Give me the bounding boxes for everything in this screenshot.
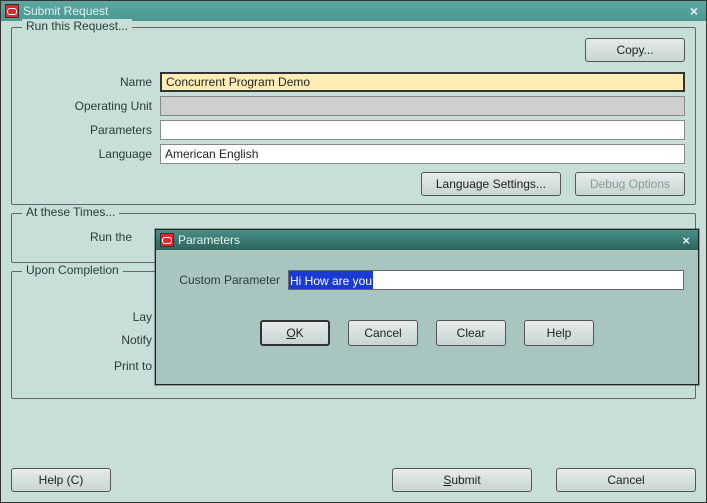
submit-button[interactable]: Submit bbox=[392, 468, 532, 492]
parameters-label: Parameters bbox=[22, 123, 152, 137]
print-to-label: Print to bbox=[22, 359, 152, 373]
modal-help-button[interactable]: Help bbox=[524, 320, 594, 346]
language-field[interactable]: American English bbox=[160, 144, 685, 164]
window-title: Submit Request bbox=[23, 4, 108, 18]
submit-button-rest: ubmit bbox=[451, 473, 480, 487]
cancel-button[interactable]: Cancel bbox=[556, 468, 696, 492]
parameters-field[interactable] bbox=[160, 120, 685, 140]
help-button[interactable]: Help (C) bbox=[11, 468, 111, 492]
parameters-title: Parameters bbox=[178, 233, 240, 247]
name-field[interactable]: Concurrent Program Demo bbox=[160, 72, 685, 92]
oracle-icon bbox=[160, 233, 174, 247]
custom-parameter-input[interactable]: Hi How are you bbox=[288, 270, 684, 290]
oracle-icon bbox=[5, 4, 19, 18]
parameters-dialog: Parameters × Custom Parameter Hi How are… bbox=[155, 229, 699, 385]
clear-button[interactable]: Clear bbox=[436, 320, 506, 346]
language-label: Language bbox=[22, 147, 152, 161]
group-completion-title: Upon Completion bbox=[22, 263, 123, 277]
ok-button-rest: K bbox=[296, 326, 304, 340]
group-run-request: Run this Request... Copy... Name Concurr… bbox=[11, 27, 696, 205]
copy-button[interactable]: Copy... bbox=[585, 38, 685, 62]
name-label: Name bbox=[22, 75, 152, 89]
close-icon[interactable]: × bbox=[686, 3, 702, 19]
custom-parameter-label: Custom Parameter bbox=[170, 273, 280, 287]
lay-label: Lay bbox=[22, 310, 152, 324]
debug-options-button: Debug Options bbox=[575, 172, 685, 196]
custom-parameter-value: Hi How are you bbox=[289, 271, 373, 289]
group-times-title: At these Times... bbox=[22, 205, 119, 219]
group-run-title: Run this Request... bbox=[22, 19, 132, 33]
notify-label: Notify bbox=[22, 333, 152, 347]
language-settings-button[interactable]: Language Settings... bbox=[421, 172, 561, 196]
operating-unit-label: Operating Unit bbox=[22, 99, 152, 113]
run-the-label: Run the bbox=[22, 230, 132, 244]
parameters-close-icon[interactable]: × bbox=[678, 233, 694, 248]
help-button-label: Help (C) bbox=[39, 473, 84, 487]
main-titlebar: Submit Request × bbox=[1, 1, 706, 21]
operating-unit-field[interactable] bbox=[160, 96, 685, 116]
ok-button[interactable]: OK bbox=[260, 320, 330, 346]
modal-cancel-button[interactable]: Cancel bbox=[348, 320, 418, 346]
parameters-titlebar: Parameters × bbox=[156, 230, 698, 250]
